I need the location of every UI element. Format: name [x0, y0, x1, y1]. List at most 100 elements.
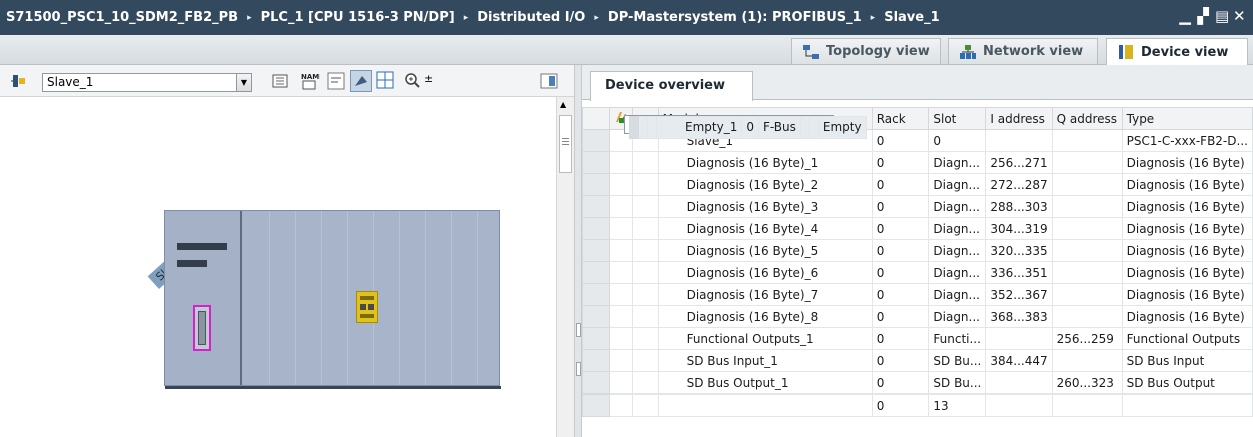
minimize-icon[interactable]: ▁	[1179, 7, 1191, 25]
cell-i-address[interactable]	[985, 394, 1053, 417]
splitter-expand-icon[interactable]	[576, 362, 581, 376]
cell-rack[interactable]: 0	[871, 283, 930, 306]
cell-i-address[interactable]	[985, 371, 1053, 394]
cell-module[interactable]	[657, 394, 873, 417]
cell-q-address[interactable]: 256...259	[1051, 327, 1123, 350]
tab-topology-view[interactable]: Topology view	[791, 38, 941, 64]
zoom-dropdown-icon[interactable]: ±	[424, 72, 433, 88]
column-header-type[interactable]: Type	[1121, 107, 1253, 130]
table-row[interactable]: SD Bus Output_1 0 SD Bu... 260...323 SD Bus …	[582, 371, 1253, 394]
pointer-mode-icon[interactable]	[350, 70, 372, 92]
rack-slot[interactable]	[295, 211, 296, 385]
cell-type[interactable]: SD Bus Input	[1121, 349, 1253, 372]
cell-slot[interactable]: Diagn...	[928, 283, 987, 306]
cell-type[interactable]: Diagnosis (16 Byte)	[1121, 195, 1253, 218]
cell-module[interactable]: Diagnosis (16 Byte)_4	[657, 217, 873, 240]
column-header-i-address[interactable]: I address	[985, 107, 1053, 130]
device-rack[interactable]	[164, 210, 501, 389]
breadcrumb-slave[interactable]: Slave_1	[884, 10, 939, 25]
rack-slot[interactable]	[321, 211, 322, 385]
grid-icon[interactable]	[376, 71, 394, 89]
cell-q-address[interactable]	[1051, 239, 1123, 262]
cell-rack[interactable]: 0	[871, 305, 930, 328]
cell-q-address[interactable]	[1051, 151, 1123, 174]
cell-type[interactable]: SD Bus Output	[1121, 371, 1253, 394]
cell-slot[interactable]: Diagn...	[928, 195, 987, 218]
cell-q-address[interactable]: 260...323	[1051, 371, 1123, 394]
rack-slot[interactable]	[399, 211, 400, 385]
table-row[interactable]: SD Bus Input_1 0 SD Bu... 384...447 SD Bus I…	[582, 349, 1253, 372]
cell-slot[interactable]: Diagn...	[928, 239, 987, 262]
cell-q-address[interactable]	[1051, 129, 1123, 152]
cell-type[interactable]: Diagnosis (16 Byte)	[1121, 239, 1253, 262]
rack-slot[interactable]	[451, 211, 452, 385]
rack-slot[interactable]	[425, 211, 426, 385]
cell-q-address[interactable]	[1051, 283, 1123, 306]
cell-q-address[interactable]	[1051, 394, 1123, 417]
device-canvas[interactable]: Slave_1	[0, 97, 556, 437]
column-header-rack[interactable]: Rack	[871, 107, 930, 130]
cell-i-address[interactable]: 272...287	[985, 173, 1053, 196]
cell-i-address[interactable]	[985, 129, 1053, 152]
cell-q-address[interactable]	[1051, 217, 1123, 240]
table-row[interactable]: Empty_1 0 F-Bus Empty	[624, 115, 867, 139]
cell-type[interactable]: Diagnosis (16 Byte)	[1121, 261, 1253, 284]
cell-module[interactable]: Diagnosis (16 Byte)_7	[657, 283, 873, 306]
cell-rack[interactable]: 0	[871, 371, 930, 394]
cell-rack[interactable]: 0	[871, 261, 930, 284]
table-row[interactable]: Diagnosis (16 Byte)_1 0 Diagn... 256...271 D…	[582, 151, 1253, 174]
scrollbar-thumb[interactable]	[559, 115, 572, 173]
breadcrumb-mastersystem[interactable]: DP-Mastersystem (1): PROFIBUS_1	[608, 10, 862, 25]
cell-type[interactable]: Diagnosis (16 Byte)	[1121, 173, 1253, 196]
cell-type[interactable]: PSC1-C-xxx-FB2-D...	[1121, 129, 1253, 152]
cell-module[interactable]: Diagnosis (16 Byte)_8	[657, 305, 873, 328]
device-tree-icon[interactable]	[10, 73, 28, 89]
safety-module-icon[interactable]	[356, 291, 378, 323]
rack-slot[interactable]	[269, 211, 270, 385]
rack-slot[interactable]	[477, 211, 478, 385]
cell-q-address[interactable]	[1051, 173, 1123, 196]
table-row[interactable]: Diagnosis (16 Byte)_8 0 Diagn... 368...383 D…	[582, 305, 1253, 328]
cell-i-address[interactable]: 336...351	[985, 261, 1053, 284]
show-names-icon[interactable]: NAME	[300, 71, 320, 91]
cell-type[interactable]: Functional Outputs	[1121, 327, 1253, 350]
cell-q-address[interactable]	[1051, 349, 1123, 372]
scroll-up-icon[interactable]: ▲	[560, 100, 566, 109]
cell-slot[interactable]: SD Bu...	[928, 349, 987, 372]
cell-slot[interactable]: Diagn...	[928, 173, 987, 196]
cell-module[interactable]: Diagnosis (16 Byte)_5	[657, 239, 873, 262]
cell-rack[interactable]: 0	[871, 151, 930, 174]
collapse-panel-icon[interactable]	[540, 73, 558, 89]
cell-i-address[interactable]	[799, 116, 810, 139]
rack-slot[interactable]	[347, 211, 348, 385]
cell-i-address[interactable]: 368...383	[985, 305, 1053, 328]
cell-module[interactable]: SD Bus Input_1	[657, 349, 873, 372]
cell-module[interactable]: Diagnosis (16 Byte)_6	[657, 261, 873, 284]
table-row[interactable]: Diagnosis (16 Byte)_6 0 Diagn... 336...351 D…	[582, 261, 1253, 284]
cell-q-address[interactable]	[1051, 195, 1123, 218]
cell-slot[interactable]: Functi...	[928, 327, 987, 350]
cell-slot[interactable]: Diagn...	[928, 217, 987, 240]
zoom-in-icon[interactable]	[404, 72, 424, 90]
cell-type[interactable]: Empty	[817, 116, 867, 139]
cell-i-address[interactable]: 288...303	[985, 195, 1053, 218]
cell-module[interactable]: Diagnosis (16 Byte)_3	[657, 195, 873, 218]
panel-splitter[interactable]	[574, 65, 582, 437]
cell-i-address[interactable]: 256...271	[985, 151, 1053, 174]
cell-type[interactable]	[1121, 394, 1253, 417]
cell-slot[interactable]: Diagn...	[928, 261, 987, 284]
cell-type[interactable]: Diagnosis (16 Byte)	[1121, 283, 1253, 306]
cell-type[interactable]: Diagnosis (16 Byte)	[1121, 151, 1253, 174]
head-module[interactable]	[165, 211, 242, 385]
table-row[interactable]: 0 13	[582, 394, 1253, 417]
chevron-down-icon[interactable]: ▼	[236, 74, 251, 91]
cell-rack[interactable]: 0	[871, 129, 930, 152]
breadcrumb-distributed-io[interactable]: Distributed I/O	[477, 10, 585, 25]
cell-i-address[interactable]: 384...447	[985, 349, 1053, 372]
tab-device-overview[interactable]: Device overview	[590, 71, 753, 101]
label-icon[interactable]	[326, 71, 346, 91]
cell-rack[interactable]: 0	[871, 173, 930, 196]
maximize-icon[interactable]: ▤	[1215, 7, 1229, 25]
device-select[interactable]: Slave_1 ▼	[42, 73, 252, 92]
cell-rack[interactable]: 0	[871, 217, 930, 240]
